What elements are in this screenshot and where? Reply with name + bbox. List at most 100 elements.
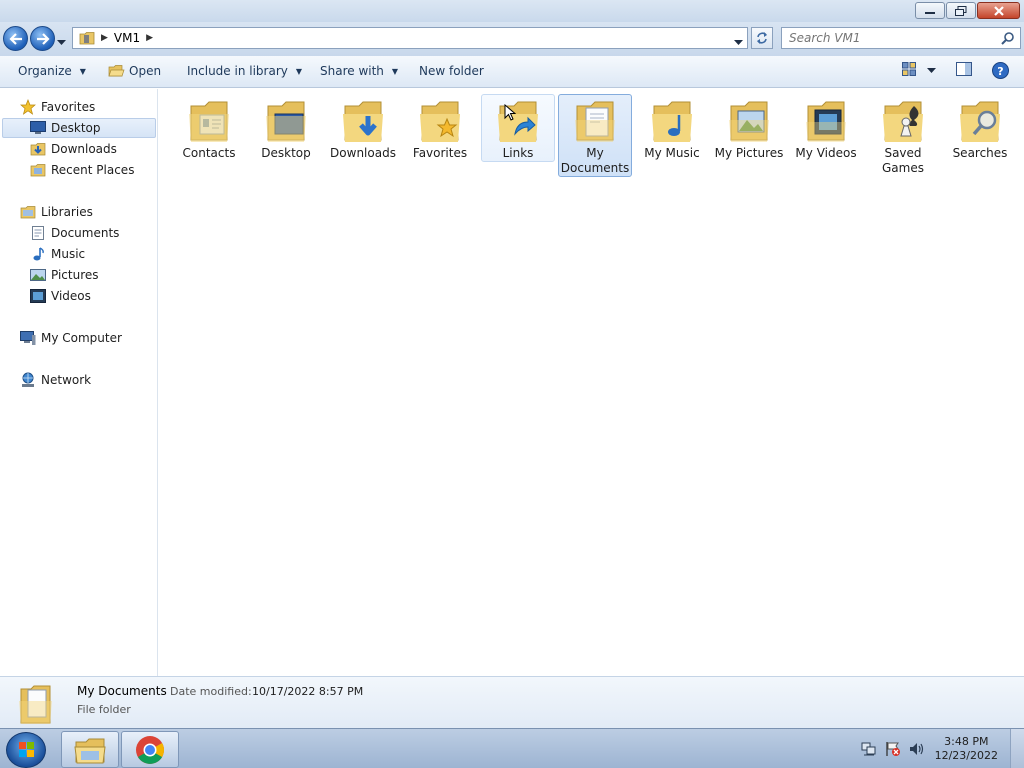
nav-favorites[interactable]: Favorites: [20, 97, 95, 117]
nav-my-computer[interactable]: My Computer: [20, 328, 122, 348]
searches-folder-icon: [960, 101, 1000, 142]
videos-icon: [30, 289, 46, 303]
breadcrumb-separator[interactable]: ▶: [146, 33, 153, 43]
open-button[interactable]: Open: [108, 64, 161, 78]
folder-item-contacts[interactable]: Contacts: [172, 94, 246, 162]
restore-button[interactable]: [946, 2, 976, 19]
new-folder-button[interactable]: New folder: [419, 64, 484, 78]
nav-recent-places[interactable]: Recent Places: [30, 160, 134, 180]
change-view-button[interactable]: [902, 62, 916, 76]
window-titlebar[interactable]: [0, 0, 1024, 22]
breadcrumb-separator[interactable]: ▶: [101, 33, 108, 43]
chevron-down-icon: [927, 68, 936, 73]
downloads-icon: [30, 143, 46, 156]
nav-downloads[interactable]: Downloads: [30, 139, 117, 159]
nav-documents-label: Documents: [51, 226, 120, 240]
folder-item-links[interactable]: Links: [481, 94, 555, 162]
nav-my-computer-label: My Computer: [41, 331, 122, 345]
nav-network[interactable]: Network: [20, 370, 91, 390]
nav-libraries[interactable]: Libraries: [20, 202, 93, 222]
search-icon[interactable]: [1001, 31, 1015, 45]
nav-videos[interactable]: Videos: [30, 286, 91, 306]
open-folder-icon: [108, 65, 125, 77]
chevron-down-icon: ▼: [391, 66, 399, 76]
organize-label: Organize: [18, 64, 72, 78]
nav-desktop-label: Desktop: [51, 121, 101, 135]
restore-icon: [955, 5, 967, 16]
view-options-dropdown[interactable]: [927, 68, 936, 74]
close-button[interactable]: [977, 2, 1020, 19]
music-icon: [33, 247, 44, 261]
forward-button[interactable]: [30, 26, 55, 51]
network-status-icon[interactable]: [861, 741, 877, 757]
chevron-down-icon: ▼: [295, 66, 303, 76]
folder-item-saved-games[interactable]: Saved Games: [866, 94, 940, 177]
folder-item-my-music[interactable]: My Music: [635, 94, 709, 162]
refresh-button[interactable]: [751, 27, 773, 49]
clock-time: 3:48 PM: [944, 735, 989, 748]
navigation-pane[interactable]: Favorites Desktop Downloads Recent Place…: [0, 89, 158, 676]
search-box[interactable]: [781, 27, 1021, 49]
volume-icon[interactable]: [909, 741, 925, 757]
folder-label: My Music: [644, 146, 700, 160]
chevron-down-icon: ▼: [79, 66, 86, 76]
nav-music-label: Music: [51, 247, 86, 261]
address-bar[interactable]: ▶ VM1 ▶: [72, 27, 748, 49]
folder-label: Favorites: [412, 146, 468, 160]
folder-item-my-pictures[interactable]: My Pictures: [712, 94, 786, 162]
action-center-flag-icon[interactable]: [885, 741, 901, 757]
folder-label: My Documents: [560, 146, 630, 175]
preview-pane-button[interactable]: [956, 62, 972, 76]
svg-text:?: ?: [997, 65, 1003, 78]
details-pane: My Documents Date modified: 10/17/2022 8…: [0, 676, 1024, 728]
search-input[interactable]: [789, 31, 989, 45]
documents-icon: [32, 226, 44, 240]
back-button[interactable]: [3, 26, 28, 51]
taskbar-clock[interactable]: 3:48 PM 12/23/2022: [935, 735, 998, 763]
address-history-dropdown[interactable]: [734, 35, 743, 49]
pictures-icon: [30, 269, 46, 281]
nav-music[interactable]: Music: [30, 244, 85, 264]
help-button[interactable]: ?: [992, 62, 1009, 79]
organize-button[interactable]: Organize ▼: [18, 64, 86, 78]
documents-folder-icon: [19, 685, 52, 724]
folder-label: Searches: [952, 146, 1008, 160]
folder-item-favorites[interactable]: Favorites: [403, 94, 477, 162]
folder-label: My Pictures: [714, 146, 784, 160]
downloads-folder-icon: [343, 101, 383, 142]
open-label: Open: [129, 64, 162, 78]
documents-folder-icon: [575, 101, 615, 142]
folder-view[interactable]: Contacts Desktop Downloads Favorites Lin…: [159, 89, 1024, 676]
folder-item-my-videos[interactable]: My Videos: [789, 94, 863, 162]
share-with-button[interactable]: Share with ▼: [320, 64, 398, 78]
folder-item-desktop[interactable]: Desktop: [249, 94, 323, 162]
links-folder-icon: [498, 101, 538, 142]
nav-pictures[interactable]: Pictures: [30, 265, 99, 285]
show-desktop-button[interactable]: [1010, 729, 1024, 768]
folder-item-downloads[interactable]: Downloads: [326, 94, 400, 162]
start-button[interactable]: [6, 732, 46, 768]
breadcrumb-vm1[interactable]: VM1: [114, 31, 140, 45]
details-name: My Documents: [77, 684, 167, 698]
computer-icon: [20, 331, 36, 345]
folder-item-my-documents[interactable]: My Documents: [558, 94, 632, 177]
help-icon: ?: [992, 62, 1009, 79]
nav-network-label: Network: [41, 373, 92, 387]
nav-libraries-label: Libraries: [41, 205, 93, 219]
system-tray: 3:48 PM 12/23/2022: [861, 729, 1024, 768]
desktop-folder-icon: [266, 101, 306, 142]
recent-pages-dropdown[interactable]: [57, 35, 66, 49]
nav-documents[interactable]: Documents: [30, 223, 119, 243]
new-folder-label: New folder: [419, 64, 484, 78]
include-in-library-button[interactable]: Include in library ▼: [187, 64, 302, 78]
minimize-button[interactable]: [915, 2, 945, 19]
taskbar-explorer-button[interactable]: [61, 731, 119, 768]
nav-desktop[interactable]: Desktop: [2, 118, 156, 138]
close-icon: [993, 5, 1004, 16]
pictures-folder-icon: [729, 101, 769, 142]
folder-item-searches[interactable]: Searches: [943, 94, 1017, 162]
folder-label: Links: [502, 146, 534, 160]
taskbar-chrome-button[interactable]: [121, 731, 179, 768]
forward-arrow-icon: [36, 32, 50, 45]
details-modified-label: Date modified:: [170, 685, 252, 698]
